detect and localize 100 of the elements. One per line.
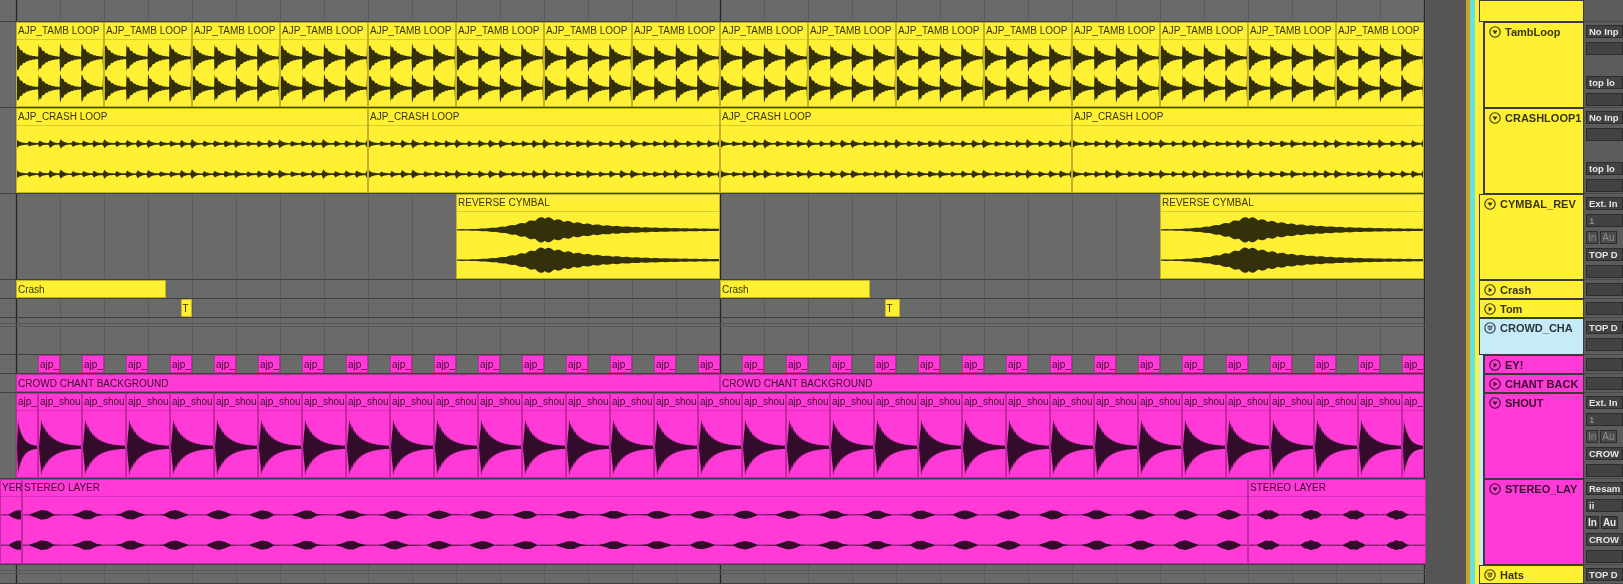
audio-clip[interactable]: ajp_shou xyxy=(962,393,1006,478)
track-header[interactable]: SHOUT xyxy=(1484,393,1584,479)
audio-clip[interactable]: CROWD CHANT BACKGROUND xyxy=(720,374,1424,392)
audio-clip[interactable]: ajp_ xyxy=(126,355,148,373)
audio-clip[interactable]: REVERSE CYMBAL xyxy=(456,194,720,279)
audio-clip[interactable]: ajp_shou xyxy=(346,393,390,478)
audio-clip[interactable]: AJP_CRASH LOOP xyxy=(720,108,1072,193)
audio-clip[interactable]: ajp_shou xyxy=(1050,393,1094,478)
circled-triangle-right-icon[interactable] xyxy=(1484,284,1496,296)
track-header[interactable]: CHANT BACK xyxy=(1484,374,1584,393)
audio-clip[interactable]: ajp_ xyxy=(1402,355,1424,373)
audio-clip[interactable]: ajp_ xyxy=(522,355,544,373)
audio-clip[interactable]: ajp_ xyxy=(1358,355,1380,373)
audio-clip[interactable]: T xyxy=(884,299,901,317)
audio-clip[interactable]: ajp_ xyxy=(1270,355,1292,373)
circled-lines-icon[interactable] xyxy=(1484,322,1496,334)
audio-clip[interactable]: AJP_TAMB LOOP xyxy=(368,22,456,107)
audio-clip[interactable]: ajp_ xyxy=(258,355,280,373)
chooser-field[interactable] xyxy=(1586,93,1623,106)
output-chooser[interactable]: TOP D xyxy=(1586,568,1623,581)
audio-clip[interactable]: ajp_shou xyxy=(918,393,962,478)
audio-clip[interactable]: ajp_ xyxy=(38,355,60,373)
audio-clip[interactable]: AJP_CRASH LOOP xyxy=(16,108,368,193)
input-chooser[interactable]: Ext. In xyxy=(1586,396,1623,409)
circled-lines-icon[interactable] xyxy=(1484,569,1496,581)
audio-clip[interactable]: ajp_ xyxy=(742,355,764,373)
audio-clip[interactable]: ajp_shou xyxy=(698,393,742,478)
audio-clip[interactable]: ajp_shou xyxy=(786,393,830,478)
audio-clip[interactable]: ajp_shou xyxy=(478,393,522,478)
audio-clip[interactable]: ajp_ xyxy=(302,355,324,373)
chooser-field[interactable] xyxy=(1586,358,1623,371)
circled-triangle-down-icon[interactable] xyxy=(1489,26,1501,38)
track-header[interactable]: Tom xyxy=(1479,299,1584,318)
chooser-field[interactable] xyxy=(1586,265,1623,278)
audio-clip[interactable]: ajp_ xyxy=(1182,355,1204,373)
audio-clip[interactable]: ajp_shou xyxy=(82,393,126,478)
audio-clip[interactable]: ajp_ xyxy=(214,355,236,373)
audio-clip[interactable]: AJP_TAMB LOOP xyxy=(1072,22,1160,107)
audio-clip[interactable]: ajp_ xyxy=(1050,355,1072,373)
audio-clip[interactable]: ajp_ xyxy=(390,355,412,373)
audio-clip[interactable]: ajp_shou xyxy=(38,393,82,478)
audio-clip[interactable]: ajp_shou xyxy=(654,393,698,478)
output-chooser[interactable]: top lo xyxy=(1586,76,1623,89)
audio-clip[interactable]: ajp_ xyxy=(654,355,676,373)
audio-clip[interactable]: ajp_shou xyxy=(1270,393,1314,478)
audio-clip[interactable]: Crash xyxy=(16,280,166,298)
output-chooser[interactable]: top lo xyxy=(1586,162,1623,175)
audio-clip[interactable]: ajp_ xyxy=(1006,355,1028,373)
audio-clip[interactable]: AJP_TAMB LOOP xyxy=(16,22,104,107)
chooser-field[interactable] xyxy=(1586,128,1623,141)
group-header[interactable]: CROWD_CHA xyxy=(1479,318,1584,355)
audio-clip[interactable]: ajp_ xyxy=(918,355,940,373)
audio-clip[interactable]: ajp_ xyxy=(1094,355,1116,373)
audio-clip[interactable]: AJP_TAMB LOOP xyxy=(984,22,1072,107)
monitor-button[interactable]: In xyxy=(1586,516,1599,529)
audio-clip[interactable]: ajp_shou xyxy=(1182,393,1226,478)
audio-clip[interactable]: CROWD CHANT BACKGROUND xyxy=(16,374,720,392)
chooser-field[interactable] xyxy=(1586,464,1623,477)
audio-clip[interactable]: YER xyxy=(0,479,22,564)
chooser-field[interactable] xyxy=(1586,338,1623,351)
audio-clip[interactable]: ajp_shou xyxy=(874,393,918,478)
audio-clip[interactable]: AJP_TAMB LOOP xyxy=(1336,22,1424,107)
input-chooser[interactable]: Ext. In xyxy=(1586,197,1623,210)
audio-clip[interactable]: ajp_ xyxy=(962,355,984,373)
chooser-field[interactable] xyxy=(1586,377,1623,390)
audio-clip[interactable]: Crash xyxy=(720,280,870,298)
audio-clip[interactable]: ajp_ xyxy=(478,355,500,373)
audio-clip[interactable]: ajp_shou xyxy=(302,393,346,478)
audio-clip[interactable]: AJP_TAMB LOOP xyxy=(632,22,720,107)
audio-clip[interactable]: AJP_TAMB LOOP xyxy=(280,22,368,107)
audio-clip[interactable]: ajp_shou xyxy=(1138,393,1182,478)
output-chooser[interactable]: CROW xyxy=(1586,447,1623,460)
chooser-field[interactable] xyxy=(1586,550,1623,563)
audio-clip[interactable]: ajp_shou xyxy=(214,393,258,478)
audio-clip[interactable]: ajp_shou xyxy=(126,393,170,478)
output-chooser[interactable]: TOP D xyxy=(1586,248,1623,261)
chooser-field[interactable] xyxy=(1586,179,1623,192)
audio-clip[interactable]: AJP_TAMB LOOP xyxy=(456,22,544,107)
track-header[interactable]: CRASHLOOP1 xyxy=(1484,108,1584,194)
audio-clip[interactable]: ajp_ xyxy=(786,355,808,373)
audio-clip[interactable]: AJP_TAMB LOOP xyxy=(896,22,984,107)
audio-clip[interactable]: AJP_TAMB LOOP xyxy=(808,22,896,107)
audio-clip[interactable]: AJP_TAMB LOOP xyxy=(544,22,632,107)
audio-clip[interactable]: STEREO LAYER xyxy=(22,479,1248,564)
audio-clip[interactable]: ajp_ xyxy=(1314,355,1336,373)
audio-clip[interactable]: AJP_CRASH LOOP xyxy=(368,108,720,193)
track-header[interactable]: CYMBAL_REV xyxy=(1479,194,1584,280)
audio-clip[interactable]: ajp_ xyxy=(566,355,588,373)
audio-clip[interactable]: ajp_shou xyxy=(566,393,610,478)
audio-clip[interactable]: AJP_TAMB LOOP xyxy=(1160,22,1248,107)
audio-clip[interactable]: ajp_shou xyxy=(610,393,654,478)
monitor-button[interactable]: Au xyxy=(1600,516,1619,529)
input-chooser[interactable]: Resam xyxy=(1586,482,1623,495)
audio-clip[interactable]: ajp_ xyxy=(1226,355,1248,373)
audio-clip[interactable]: ajp_ xyxy=(874,355,896,373)
audio-clip[interactable]: AJP_TAMB LOOP xyxy=(104,22,192,107)
channel-chooser[interactable]: 1 xyxy=(1586,214,1623,227)
audio-clip[interactable]: ajp_shou xyxy=(1314,393,1358,478)
chooser-field[interactable] xyxy=(1586,283,1623,296)
audio-clip[interactable]: ajp_shou xyxy=(1358,393,1402,478)
